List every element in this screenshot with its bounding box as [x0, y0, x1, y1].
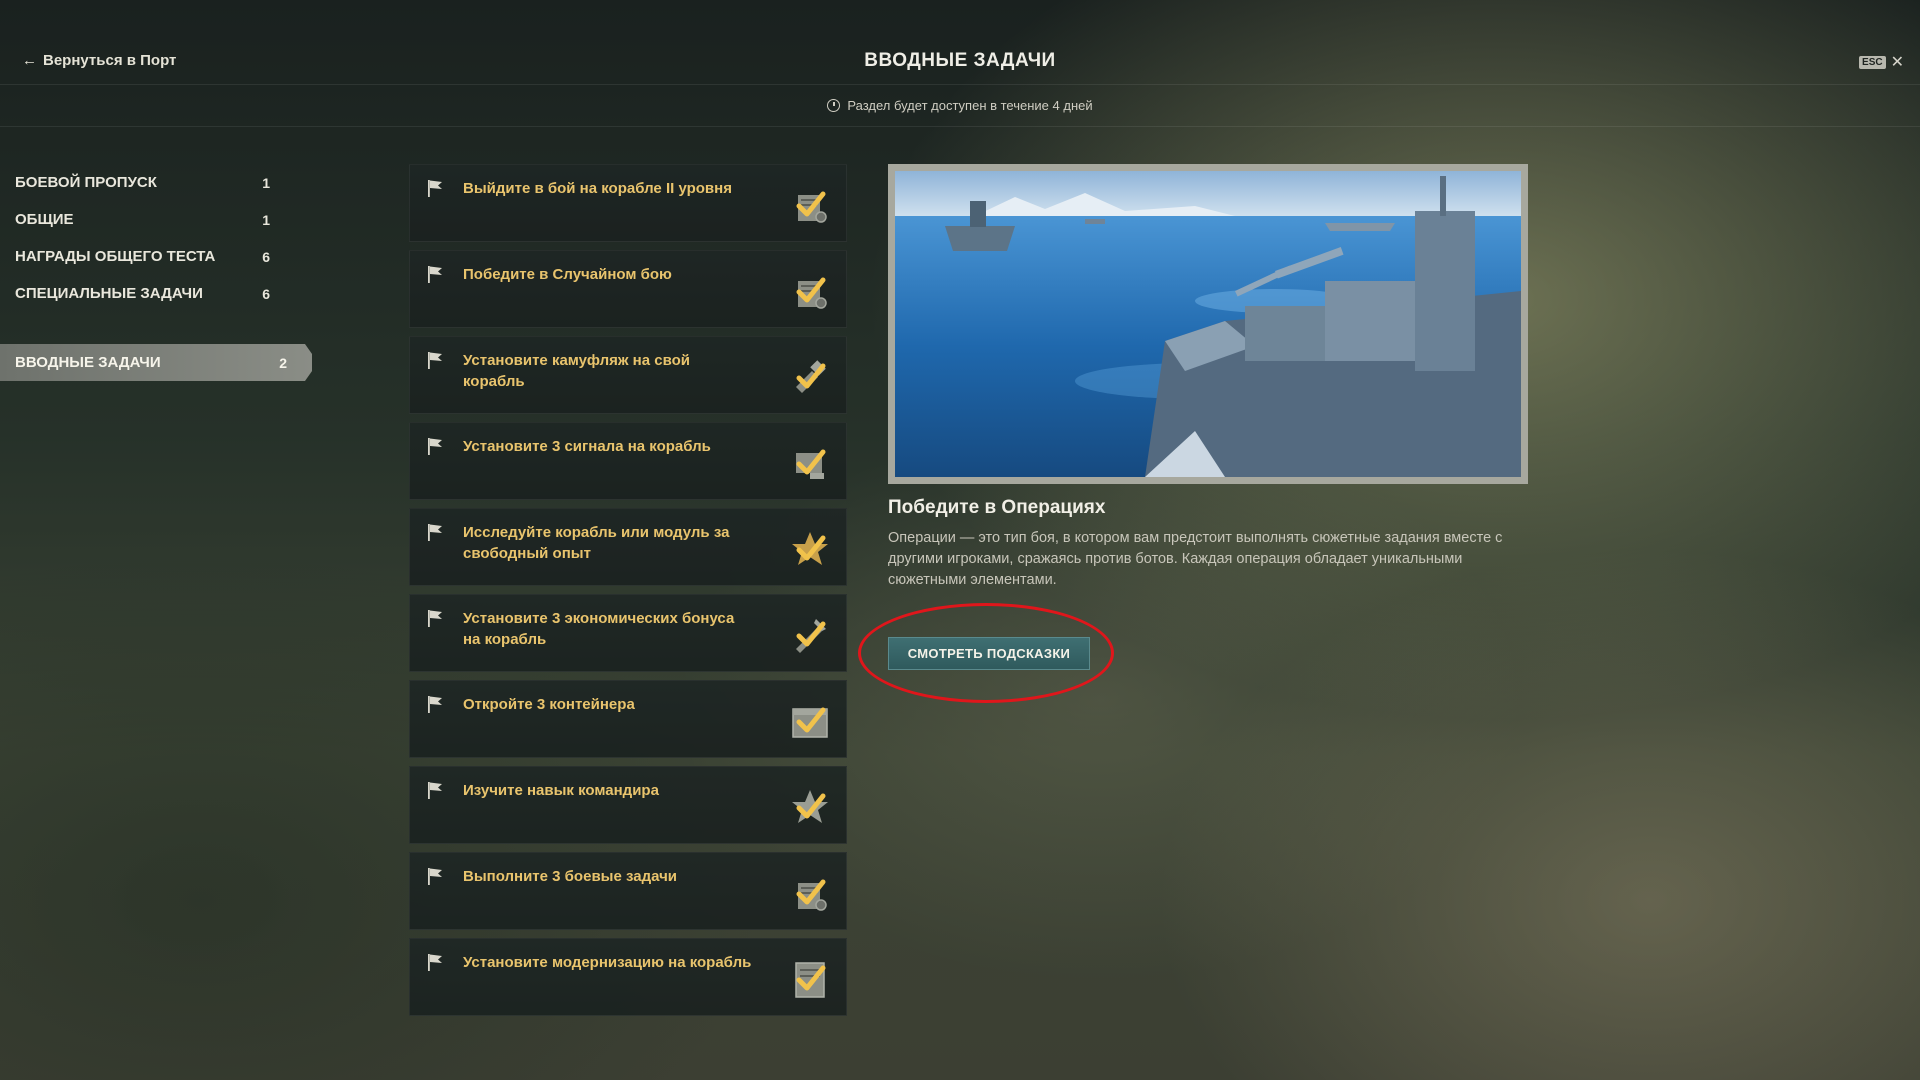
sidebar-item-general[interactable]: ОБЩИЕ 1	[0, 201, 285, 238]
signal-flag-check-icon	[796, 443, 830, 479]
flag-icon	[427, 609, 443, 627]
flag-icon	[427, 781, 443, 799]
top-bar: ← Вернуться в Порт ВВОДНЫЕ ЗАДАЧИ ESC ✕	[0, 0, 1920, 85]
task-item[interactable]: Победите в Случайном бою	[409, 250, 847, 328]
clock-icon	[827, 98, 841, 112]
task-item[interactable]: Установите модернизацию на корабль	[409, 938, 847, 1016]
close-icon[interactable]: ✕	[1891, 52, 1904, 72]
bonus-check-icon	[796, 619, 826, 653]
checklist-gear-icon	[790, 185, 827, 223]
star-check-icon	[792, 532, 828, 565]
flag-icon	[427, 695, 443, 713]
task-label: Изучите навык командира	[463, 782, 659, 799]
task-label: Выйдите в бой на корабле II уровня	[463, 180, 732, 197]
task-item[interactable]: Исследуйте корабль или модуль за свободн…	[409, 508, 847, 586]
sidebar-item-label: НАГРАДЫ ОБЩЕГО ТЕСТА	[15, 248, 216, 265]
task-item[interactable]: Установите 3 сигнала на корабль	[409, 422, 847, 500]
task-item[interactable]: Установите 3 экономических бонуса на кор…	[409, 594, 847, 672]
flag-icon	[427, 523, 443, 541]
task-label: Установите модернизацию на корабль	[463, 954, 752, 971]
flag-icon	[427, 437, 443, 455]
sidebar-item-test-rewards[interactable]: НАГРАДЫ ОБЩЕГО ТЕСТА 6	[0, 238, 285, 275]
camouflage-check-icon	[796, 360, 826, 393]
task-item[interactable]: Изучите навык командира	[409, 766, 847, 844]
task-detail-title: Победите в Операциях	[888, 497, 1106, 518]
star-check-icon	[792, 790, 828, 823]
flag-icon	[427, 351, 443, 369]
task-label: Выполните 3 боевые задачи	[463, 868, 677, 885]
sidebar-item-intro-tasks[interactable]: ВВОДНЫЕ ЗАДАЧИ 2	[0, 344, 312, 381]
sidebar-item-battle-pass[interactable]: БОЕВОЙ ПРОПУСК 1	[0, 164, 285, 201]
sidebar-item-count: 6	[262, 248, 270, 265]
sidebar-item-count: 1	[262, 174, 270, 191]
task-label: Исследуйте корабль или модуль за свободн…	[463, 524, 730, 562]
esc-key-badge: ESC	[1859, 55, 1886, 69]
task-list: Выйдите в бой на корабле II уровня Побед…	[409, 164, 847, 1024]
sidebar-item-special-tasks[interactable]: СПЕЦИАЛЬНЫЕ ЗАДАЧИ 6	[0, 275, 285, 312]
availability-text: Раздел будет доступен в течение 4 дней	[847, 97, 1093, 113]
flag-icon	[427, 867, 443, 885]
task-item[interactable]: Выйдите в бой на корабле II уровня	[409, 164, 847, 242]
task-label: Победите в Случайном бою	[463, 266, 672, 283]
task-label: Установите камуфляж на свой корабль	[463, 352, 690, 390]
checklist-gear-icon	[790, 873, 827, 911]
task-label: Откройте 3 контейнера	[463, 696, 635, 713]
flag-icon	[427, 179, 443, 197]
task-item[interactable]: Выполните 3 боевые задачи	[409, 852, 847, 930]
checklist-gear-icon	[790, 271, 827, 309]
availability-bar: Раздел будет доступен в течение 4 дней	[0, 84, 1920, 127]
task-item[interactable]: Установите камуфляж на свой корабль	[409, 336, 847, 414]
sidebar-item-label: БОЕВОЙ ПРОПУСК	[15, 174, 157, 191]
flag-icon	[427, 265, 443, 283]
task-preview-image	[888, 164, 1528, 484]
view-hints-button[interactable]: СМОТРЕТЬ ПОДСКАЗКИ	[888, 637, 1090, 670]
sidebar-item-count: 6	[262, 285, 270, 302]
sidebar-item-label: СПЕЦИАЛЬНЫЕ ЗАДАЧИ	[15, 285, 203, 302]
task-label: Установите 3 экономических бонуса на кор…	[463, 610, 735, 648]
flag-icon	[427, 953, 443, 971]
close-control[interactable]: ESC ✕	[1859, 52, 1904, 72]
category-sidebar: БОЕВОЙ ПРОПУСК 1 ОБЩИЕ 1 НАГРАДЫ ОБЩЕГО …	[0, 164, 320, 381]
upgrade-check-icon	[795, 962, 830, 998]
page-title: ВВОДНЫЕ ЗАДАЧИ	[864, 50, 1056, 71]
warship-illustration	[895, 171, 1521, 477]
task-label: Установите 3 сигнала на корабль	[463, 438, 711, 455]
sidebar-item-label: ОБЩИЕ	[15, 211, 74, 228]
sidebar-item-count: 1	[262, 211, 270, 228]
task-item[interactable]: Откройте 3 контейнера	[409, 680, 847, 758]
task-detail-description: Операции — это тип боя, в котором вам пр…	[888, 530, 1503, 588]
container-check-icon	[792, 701, 828, 738]
sidebar-item-label: ВВОДНЫЕ ЗАДАЧИ	[15, 354, 161, 371]
sidebar-item-count: 2	[279, 354, 287, 371]
